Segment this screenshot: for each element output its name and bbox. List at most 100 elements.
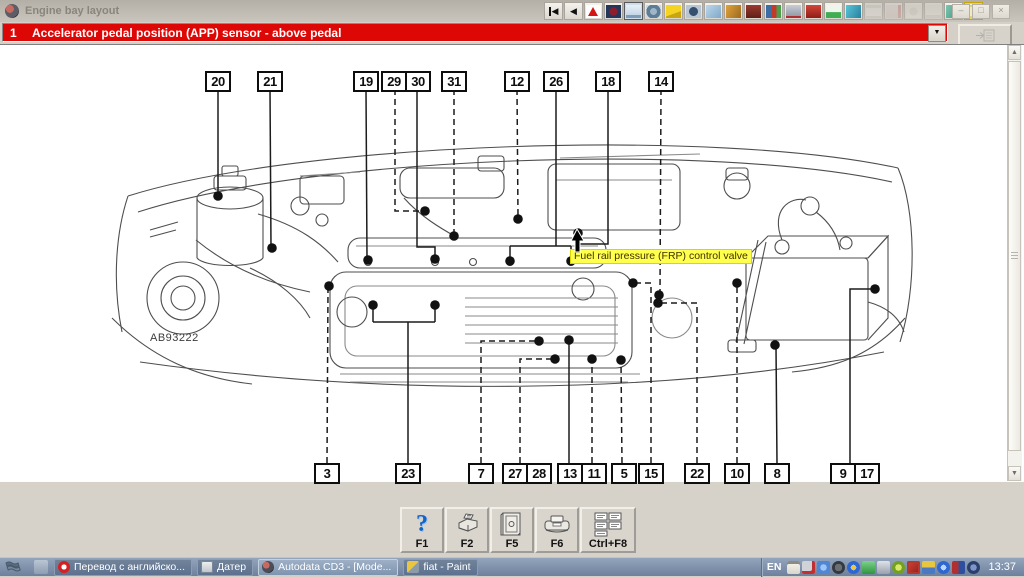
f5-label: F5 xyxy=(506,538,519,550)
manual-button-f5[interactable]: F5 xyxy=(490,507,534,553)
ty-app-icon[interactable] xyxy=(952,561,965,574)
scroll-up-button[interactable]: ▲ xyxy=(1008,45,1021,60)
minimize-button[interactable]: – xyxy=(952,4,970,19)
task-dater-button[interactable]: Датер xyxy=(197,559,253,576)
warning-icon-button[interactable] xyxy=(584,2,603,20)
bulb-icon xyxy=(906,5,921,18)
quick-launch-icon[interactable] xyxy=(34,560,48,574)
suspension-icon-button[interactable] xyxy=(704,2,723,20)
callout-number: 7 xyxy=(470,465,492,482)
callout-number: 9 xyxy=(832,465,854,482)
diagram-viewport[interactable] xyxy=(0,44,1024,481)
combobox-dropdown-button[interactable]: ▼ xyxy=(928,25,946,42)
service-lift-icon-button[interactable] xyxy=(824,2,843,20)
print-button-f2[interactable]: F2 xyxy=(445,507,489,553)
help-icon: ? xyxy=(416,512,428,536)
nav-back-icon[interactable]: ◀ xyxy=(564,2,583,20)
engine-icon-button[interactable] xyxy=(764,2,783,20)
wheels-icon-button[interactable] xyxy=(684,2,703,20)
callout-number: 19 xyxy=(355,73,377,90)
parts-list-icon xyxy=(593,510,623,538)
tk-autodata-icon xyxy=(262,561,274,573)
scrollbar-thumb[interactable] xyxy=(1008,61,1021,451)
task-autodata-button[interactable]: Autodata CD3 - [Mode... xyxy=(258,559,398,576)
task-paint-button[interactable]: fiat - Paint xyxy=(403,559,477,576)
callout-27-28: 2728 xyxy=(502,463,552,484)
task-label: Перевод с английско... xyxy=(74,561,185,573)
callout-10: 10 xyxy=(724,463,750,484)
ty-device-icon[interactable] xyxy=(877,561,890,574)
service-lift-icon xyxy=(826,5,841,18)
nav-first-icon: ◀ xyxy=(549,7,559,16)
crash-repair-icon-button[interactable] xyxy=(804,2,823,20)
fuel-injection-icon-button[interactable] xyxy=(784,2,803,20)
callout-number: 14 xyxy=(650,73,672,90)
manual-icon xyxy=(499,510,525,538)
interior-icon-button[interactable] xyxy=(724,2,743,20)
callout-number: 8 xyxy=(766,465,788,482)
callout-number: 28 xyxy=(526,465,550,482)
title-bar: Engine bay layout ◀◀ –□× xyxy=(0,0,1024,23)
callout-number: 13 xyxy=(559,465,581,482)
callout-14: 14 xyxy=(648,71,674,92)
goto-component-button[interactable] xyxy=(958,24,1012,46)
close-button[interactable]: × xyxy=(992,4,1010,19)
window-controls: –□× xyxy=(952,4,1010,19)
ty-im-icon[interactable] xyxy=(817,561,830,574)
help-button-f1[interactable]: ? F1 xyxy=(400,507,444,553)
ty-agent-icon[interactable] xyxy=(967,561,980,574)
ty-browser-icon[interactable] xyxy=(832,561,845,574)
ty-calendar-icon[interactable] xyxy=(787,561,800,574)
callout-number: 29 xyxy=(383,73,405,90)
callout-5: 5 xyxy=(611,463,637,484)
restore-button[interactable]: □ xyxy=(972,4,990,19)
ty-volume-icon[interactable] xyxy=(922,561,935,574)
door-icon-button[interactable] xyxy=(744,2,763,20)
ty-utorrent-icon[interactable] xyxy=(892,561,905,574)
callout-number: 30 xyxy=(405,73,429,90)
callout-12: 12 xyxy=(504,71,530,92)
component-combobox[interactable]: 1 Accelerator pedal position (APP) senso… xyxy=(2,23,948,42)
engine-bay-layout-icon-button[interactable] xyxy=(624,2,643,20)
engine-icon xyxy=(766,5,781,18)
callout-19: 19 xyxy=(353,71,379,92)
transmission-icon-button[interactable] xyxy=(644,2,663,20)
scroll-down-button[interactable]: ▼ xyxy=(1008,466,1021,481)
printer-icon xyxy=(453,510,481,538)
device-button-f6[interactable]: F6 xyxy=(535,507,579,553)
task-translator-button[interactable]: Перевод с английско... xyxy=(54,559,192,576)
callout-9-17: 917 xyxy=(830,463,880,484)
callout-number: 15 xyxy=(640,465,662,482)
callout-18: 18 xyxy=(595,71,621,92)
nav-first-icon[interactable]: ◀ xyxy=(544,2,563,20)
callout-number: 21 xyxy=(259,73,281,90)
fuel-injection-icon xyxy=(786,5,801,18)
ty-green-icon[interactable] xyxy=(862,561,875,574)
callout-number: 22 xyxy=(686,465,708,482)
wiring-diagram-icon-button xyxy=(924,2,943,20)
callout-26: 26 xyxy=(543,71,569,92)
callout-number: 5 xyxy=(613,465,635,482)
machine-icon-button xyxy=(884,2,903,20)
tk-translator-icon xyxy=(58,561,70,573)
mouse-cursor xyxy=(568,228,586,254)
callout-number: 11 xyxy=(581,465,605,482)
language-indicator[interactable]: EN xyxy=(767,561,782,573)
ctrl-f8-label: Ctrl+F8 xyxy=(589,538,627,550)
scrollbar-grip xyxy=(1011,252,1018,253)
air-conditioning-icon-button[interactable] xyxy=(844,2,863,20)
ty-info-icon[interactable] xyxy=(937,561,950,574)
bulb-icon-button xyxy=(904,2,923,20)
ty-mute-icon[interactable] xyxy=(802,561,815,574)
ty-firewall-icon[interactable] xyxy=(907,561,920,574)
ty-download-icon[interactable] xyxy=(847,561,860,574)
brake-system-icon-button[interactable] xyxy=(604,2,623,20)
wheels-icon xyxy=(686,5,701,18)
vertical-scrollbar[interactable]: ▲ ▼ xyxy=(1007,45,1022,481)
start-button[interactable] xyxy=(0,559,26,576)
list-button-ctrl-f8[interactable]: Ctrl+F8 xyxy=(580,507,636,553)
bodywork-icon-button[interactable] xyxy=(664,2,683,20)
taskbar: Перевод с английско... Датер Autodata CD3 … xyxy=(0,557,1024,576)
callout-number: 18 xyxy=(597,73,619,90)
callout-3: 3 xyxy=(314,463,340,484)
